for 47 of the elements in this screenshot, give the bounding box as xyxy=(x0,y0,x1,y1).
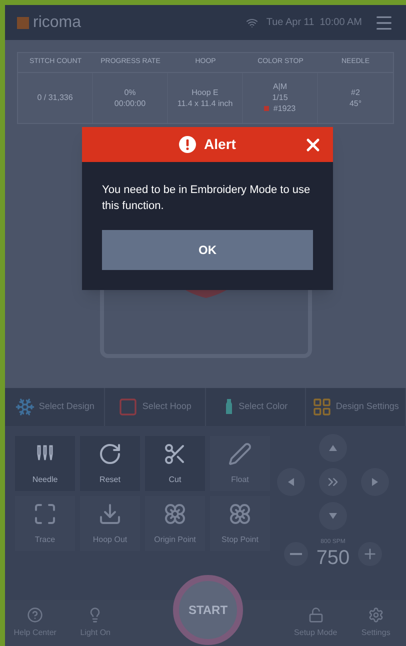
ok-button[interactable]: OK xyxy=(102,230,313,270)
table-cell-text: 45° xyxy=(349,98,362,108)
unlocked-padlock-icon xyxy=(308,607,324,623)
scissors-icon xyxy=(163,442,187,466)
table-cell-text: #2 xyxy=(351,86,360,98)
exclamation-icon xyxy=(179,136,196,153)
jog-up-button[interactable] xyxy=(319,434,347,462)
control-tile[interactable]: Needle xyxy=(15,436,75,491)
brand-logo: ricoma xyxy=(33,12,82,32)
flower-outline-icon xyxy=(163,502,187,526)
color-code: #1923 xyxy=(273,103,296,114)
square-icon xyxy=(118,397,138,417)
table-cell-text: 11.4 x 11.4 inch xyxy=(177,98,233,108)
settings-icon xyxy=(368,607,384,623)
jog-right-button[interactable] xyxy=(361,468,389,496)
table-cell-text: A|M xyxy=(272,81,288,92)
snowflake-icon xyxy=(14,397,35,417)
rotate-icon xyxy=(98,442,122,466)
table-cell-text: Hoop E xyxy=(192,86,218,98)
help-icon xyxy=(27,607,44,623)
speed-increase-button[interactable] xyxy=(358,542,382,566)
table-cell-text: 0 / 31,336 xyxy=(37,92,73,103)
control-tile[interactable]: Cut xyxy=(145,436,205,491)
alert-message: You need to be in Embroidery Mode to use this function. xyxy=(102,183,312,214)
logo-mark-icon xyxy=(17,16,29,28)
speed-decrease-button[interactable] xyxy=(284,542,308,566)
flower-outline-icon xyxy=(228,502,252,526)
alert-title: Alert xyxy=(204,135,236,154)
wifi-icon xyxy=(246,16,258,28)
jog-fast-button[interactable] xyxy=(319,468,347,496)
table-cell-text: 0% xyxy=(124,86,136,98)
jog-left-button[interactable] xyxy=(277,468,305,496)
hoop-out-icon xyxy=(98,502,122,526)
grid-icon xyxy=(312,397,332,417)
toolbar-label: Select Hoop xyxy=(142,400,192,414)
toolbar-label: Select Design xyxy=(38,400,94,414)
table-cell-text: 00:00:00 xyxy=(114,98,146,108)
control-tile[interactable]: Reset xyxy=(80,436,140,491)
trace-frame-icon xyxy=(33,502,57,526)
minus-icon xyxy=(290,552,302,554)
plus-icon xyxy=(362,546,378,562)
toolbar-label: Select Color xyxy=(238,400,288,414)
table-cell-text: 1/15 xyxy=(272,92,288,103)
speed-value: 750 xyxy=(316,547,350,569)
toolbar-label: Design Settings xyxy=(336,400,399,414)
date-time: Tue Apr 11 10:00 AM xyxy=(266,16,362,30)
jog-down-button[interactable] xyxy=(319,502,347,530)
